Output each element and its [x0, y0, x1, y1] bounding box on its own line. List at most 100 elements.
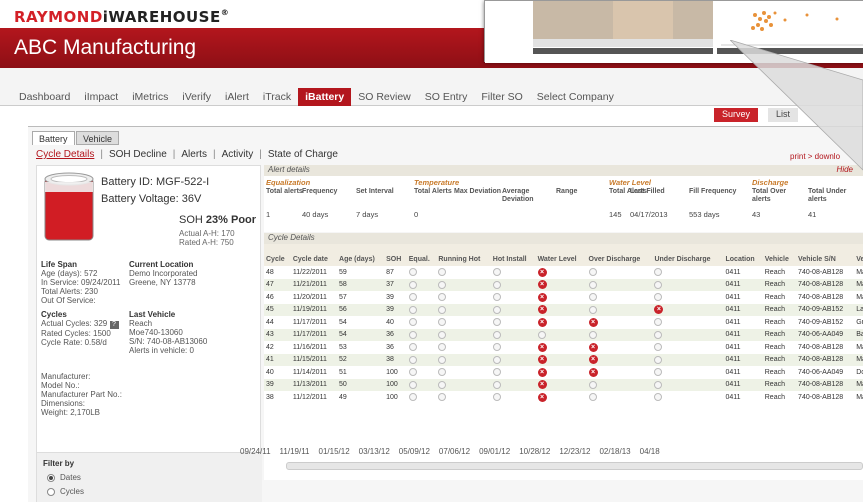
table-cell: 40 [386, 318, 394, 326]
subnav-state-of-charge[interactable]: State of Charge [268, 149, 338, 160]
soh-label: SOH [179, 214, 203, 226]
status-cell [406, 353, 437, 366]
tab-vehicle[interactable]: Vehicle [76, 131, 120, 145]
table-cell: 11/17/2011 [290, 328, 338, 341]
table-cell: 11/21/2011 [290, 278, 338, 291]
table-row[interactable]: 44 11/17/2011 54 40 × × 0411 Reach 740-09-AB152 G… [264, 316, 863, 329]
subnav-soh-decline[interactable]: SOH Decline [109, 149, 167, 160]
column-header[interactable]: Vehicle [762, 244, 797, 266]
nav-item-filter-so[interactable]: Filter SO [474, 88, 529, 106]
nav-item-ibattery[interactable]: iBattery [298, 88, 352, 106]
nav-item-imetrics[interactable]: iMetrics [125, 88, 175, 106]
alert-x-icon: × [537, 392, 547, 402]
subnav-cycle-details[interactable]: Cycle Details [36, 149, 94, 160]
location-line: Demo Incorporated [129, 269, 198, 278]
table-cell: 740-08-AB128 [796, 378, 855, 391]
column-header[interactable]: SOH [384, 244, 407, 266]
main-nav: Dashboard iImpact iMetrics iVerify iAlert iTr… [12, 88, 621, 106]
status-cell [407, 341, 437, 354]
nav-item-dashboard[interactable]: Dashboard [12, 88, 77, 106]
table-cell: 58 [337, 278, 385, 291]
table-cell: Reach [764, 343, 785, 351]
ok-circle-icon [588, 293, 597, 302]
life-span-line: Total Alerts: 230 [41, 287, 98, 296]
table-row[interactable]: 48 11/22/2011 59 87 × 0411 Reach 740-08-AB128 Ma… [264, 266, 863, 279]
column-header[interactable]: Under Discharge [652, 244, 724, 266]
ok-circle-icon [492, 330, 501, 339]
status-cell: × [586, 353, 653, 366]
nav-item-so-review[interactable]: SO Review [351, 88, 418, 106]
status-cell [490, 303, 536, 316]
timeline-tick-label: 03/13/12 [358, 447, 390, 456]
table-cell: 740-08-AB128 [798, 268, 844, 276]
filter-option-cycles[interactable]: Cycles [47, 487, 84, 496]
brand-logo[interactable]: RAYMONDiWAREHOUSE® [14, 8, 229, 26]
status-cell: × [587, 341, 653, 354]
column-header[interactable]: Vehicle S/N [796, 244, 855, 266]
table-cell: Marcia7128 [856, 268, 863, 276]
column-header[interactable]: Age (days) [337, 244, 385, 266]
timeline-scrollbar[interactable] [286, 462, 863, 470]
column-header[interactable]: Cycle [264, 244, 291, 266]
info-icon[interactable]: ? [109, 321, 119, 329]
radio-cycles[interactable] [47, 487, 55, 496]
vehicle-line: Moe740-13060 [129, 328, 183, 337]
subnav-activity[interactable]: Activity [222, 149, 254, 160]
status-cell [407, 366, 437, 379]
status-cell [652, 328, 724, 341]
nav-item-select-company[interactable]: Select Company [530, 88, 621, 106]
table-row[interactable]: 46 11/20/2011 57 39 × 0411 Reach 740-08-AB128 Ma… [264, 291, 863, 304]
nav-item-iverify[interactable]: iVerify [175, 88, 218, 106]
table-row[interactable]: 4711/21/20115837 × 0411Reach740-08-AB128Ma… [264, 278, 863, 291]
table-cell: Reach [764, 268, 785, 276]
status-cell [406, 328, 437, 341]
alert-value: 0 [414, 210, 419, 219]
ok-circle-icon [492, 355, 501, 364]
table-cell: 0411 [725, 318, 741, 326]
column-header[interactable]: Water Level [535, 244, 587, 266]
table-cell: 100 [384, 378, 407, 391]
column-header[interactable]: Vehicle Tag [854, 244, 863, 266]
life-span-block: Life Span Age (days): 572 In Service: 09… [41, 260, 120, 305]
alert-x-icon: × [537, 292, 547, 302]
table-row[interactable]: 45 11/19/2011 56 39 × × 0411 Reach 740-09-AB152 L… [264, 303, 863, 316]
column-header[interactable]: Running Hot [436, 244, 491, 266]
nav-item-ialert[interactable]: iAlert [218, 88, 256, 106]
table-row[interactable]: 42 11/16/2011 53 36 × × 0411 Reach 740-08-AB128 M… [264, 341, 863, 354]
column-header[interactable]: Location [723, 244, 763, 266]
ok-circle-icon [408, 330, 417, 339]
last-vehicle-block: Last Vehicle Reach Moe740-13060 S/N: 740… [129, 310, 207, 355]
status-cell [436, 341, 490, 354]
column-header[interactable]: Cycle date [290, 244, 338, 266]
spec-line: Dimensions: [41, 399, 86, 408]
table-cell: Marcia7128 [856, 393, 863, 401]
table-row[interactable]: 40 11/14/2011 51 100 × × 0411 Reach 740-06-AA049… [264, 366, 863, 379]
tab-battery[interactable]: Battery [32, 131, 75, 145]
table-row[interactable]: 39 11/13/2011 50 100 × 0411 Reach 740-08-AB128 M… [264, 378, 863, 391]
nav-item-itrack[interactable]: iTrack [256, 88, 298, 106]
table-cell: 0411 [723, 328, 763, 341]
table-cell: 40 [266, 368, 274, 376]
table-cell: Reach [762, 278, 797, 291]
subnav-alerts[interactable]: Alerts [181, 149, 207, 160]
column-header[interactable]: Over Discharge [586, 244, 653, 266]
table-cell: 740-06-AA049 [796, 328, 855, 341]
radio-dates[interactable] [47, 473, 55, 482]
alert-value: 145 [609, 210, 622, 219]
nav-item-so-entry[interactable]: SO Entry [418, 88, 475, 106]
table-cell: 11/20/2011 [292, 293, 327, 301]
cycles-line: Actual Cycles: 329 ? [41, 319, 119, 329]
filter-option-dates[interactable]: Dates [47, 473, 81, 482]
table-row[interactable]: 38 11/12/2011 49 100 × 0411 Reach 740-08-AB128 M… [264, 391, 863, 404]
nav-item-iimpact[interactable]: iImpact [77, 88, 125, 106]
ok-circle-icon [588, 305, 597, 314]
table-row[interactable]: 4311/17/20115436 0411Reach740-06-AA049Bag… [264, 328, 863, 341]
ok-circle-icon [588, 268, 597, 277]
column-header[interactable]: Equal. [406, 244, 437, 266]
alert-group-equalization: Equalization [266, 178, 311, 187]
table-cell: 740-09-AB152 [798, 318, 844, 326]
column-header[interactable]: Hot Install [490, 244, 536, 266]
table-row[interactable]: 41 11/15/2011 52 38 × × 0411 Reach 740-08-AB128 M… [264, 353, 863, 366]
status-cell [436, 353, 491, 366]
status-cell [491, 316, 536, 329]
